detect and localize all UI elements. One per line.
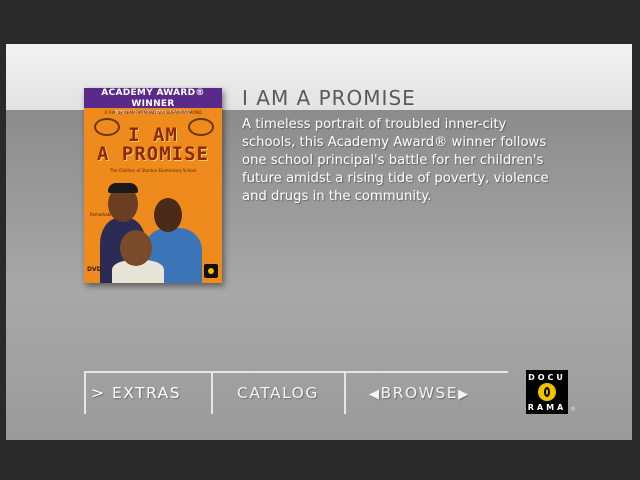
catalog-label: CATALOG: [237, 384, 319, 402]
extras-label: EXTRAS: [111, 384, 182, 402]
top-letterbox-bar: [6, 6, 632, 44]
docurama-logo: DOCU RAMA: [526, 370, 568, 414]
dvd-mark: DVD: [87, 266, 102, 273]
browse-next-arrow-icon[interactable]: ▶: [458, 387, 470, 402]
cover-title-line2: A PROMISE: [97, 143, 209, 165]
menu-divider-line: [84, 371, 508, 373]
bottom-letterbox-bar: [6, 440, 632, 474]
cover-award-label: ACADEMY AWARD® WINNER: [101, 88, 205, 109]
extras-button[interactable]: > EXTRAS: [91, 384, 181, 402]
cap-icon: [108, 183, 138, 193]
browse-label: BROWSE: [380, 384, 459, 402]
cover-award-banner: ACADEMY AWARD® WINNER BEST DOCUMENTARY F…: [84, 88, 222, 116]
menu-separator: [84, 371, 86, 414]
catalog-button[interactable]: CATALOG: [237, 384, 319, 402]
browse-button[interactable]: ◀BROWSE▶: [369, 384, 470, 402]
child-face: [154, 198, 182, 232]
logo-circle-icon: [538, 383, 556, 401]
browse-prev-arrow-icon[interactable]: ◀: [369, 387, 381, 402]
dvd-cover-image: ACADEMY AWARD® WINNER BEST DOCUMENTARY F…: [84, 88, 222, 283]
logo-top-text: DOCU: [528, 373, 566, 382]
menu-separator: [344, 371, 346, 414]
cover-title: I AM A PROMISE: [84, 126, 222, 164]
cover-tagline: The Children of Stanton Elementary Schoo…: [109, 168, 197, 173]
child-face: [120, 230, 152, 266]
cover-credit: A Film by ALAN RAYMOND and SUSAN RAYMOND: [104, 110, 202, 115]
docurama-mini-logo-icon: [204, 264, 218, 278]
selection-cursor-icon: >: [91, 384, 106, 402]
feature-title: I AM A PROMISE: [242, 86, 416, 110]
registered-mark: ®: [570, 406, 576, 413]
menu-separator: [211, 371, 213, 414]
logo-bottom-text: RAMA: [527, 403, 567, 412]
feature-description: A timeless portrait of troubled inner-ci…: [242, 117, 549, 204]
